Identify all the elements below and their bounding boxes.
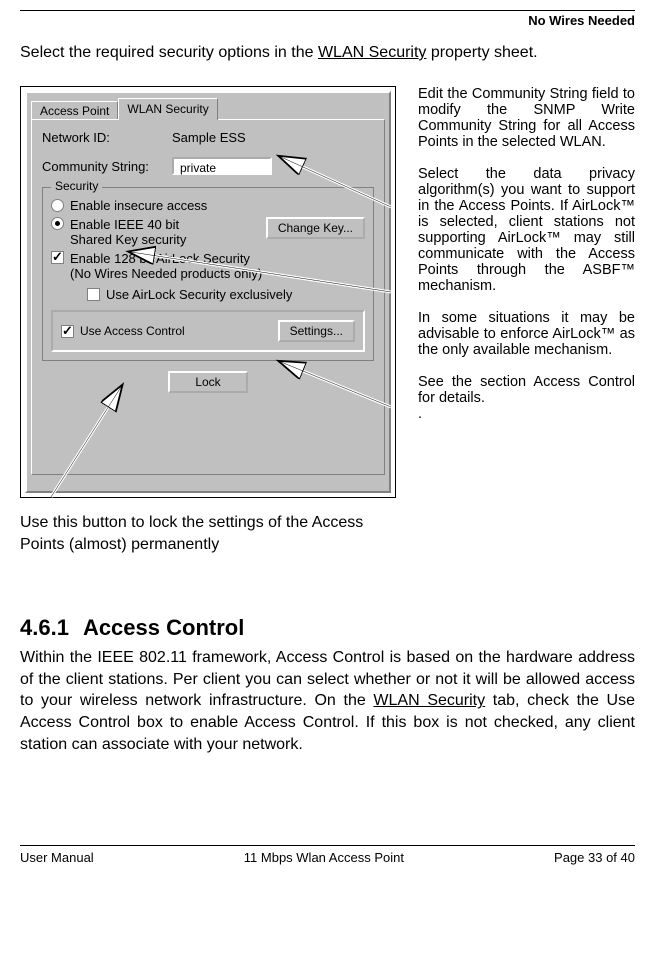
section-heading-access-control: 4.6.1 Access Control — [20, 615, 635, 641]
header-product-name: No Wires Needed — [20, 13, 635, 28]
network-id-label: Network ID: — [42, 130, 172, 145]
settings-button[interactable]: Settings... — [278, 320, 355, 342]
section-number: 4.6.1 — [20, 615, 69, 640]
intro-link-wlan-security: WLAN Security — [318, 44, 426, 61]
side-para-privacy: Select the data privacy algorithm(s) you… — [418, 166, 635, 294]
footer-center: 11 Mbps Wlan Access Point — [244, 850, 404, 865]
radio-ieee-label: Enable IEEE 40 bit Shared Key security — [70, 217, 260, 247]
access-control-box: Use Access Control Settings... — [51, 310, 365, 352]
checkbox-airlock-128[interactable] — [51, 251, 64, 264]
network-id-value: Sample ESS — [172, 130, 246, 145]
change-key-button[interactable]: Change Key... — [266, 217, 365, 239]
community-string-input[interactable]: private — [172, 157, 272, 175]
side-para-dot: . — [418, 406, 635, 422]
checkbox-airlock-exclusive-label: Use AirLock Security exclusively — [106, 287, 292, 302]
community-string-label: Community String: — [42, 159, 172, 174]
dialog-screenshot: Access Point WLAN Security Network ID: S… — [20, 86, 396, 498]
checkbox-airlock-exclusive[interactable] — [87, 288, 100, 301]
footer-right: Page 33 of 40 — [554, 850, 635, 865]
intro-paragraph: Select the required security options in … — [20, 44, 635, 62]
radio-ieee-label-line1: Enable IEEE 40 bit — [70, 217, 179, 232]
checkbox-use-access-control[interactable] — [61, 325, 74, 338]
checkbox-use-access-control-label: Use Access Control — [80, 324, 272, 338]
checkbox-airlock-line2: (No Wires Needed products only) — [70, 266, 262, 281]
lock-button[interactable]: Lock — [168, 371, 248, 393]
ac-para-link: WLAN Security — [373, 692, 485, 709]
tab-access-point[interactable]: Access Point — [31, 101, 118, 121]
lock-caption: Use this button to lock the settings of … — [20, 512, 400, 555]
security-groupbox: Enable insecure access Enable IEEE 40 bi… — [42, 187, 374, 361]
footer-left: User Manual — [20, 850, 94, 865]
radio-ieee-label-line2: Shared Key security — [70, 232, 186, 247]
radio-ieee-40bit[interactable] — [51, 217, 64, 230]
intro-text-before: Select the required security options in … — [20, 44, 318, 61]
section-title: Access Control — [83, 615, 244, 640]
checkbox-airlock-line1: Enable 128 bit AirLock Security — [70, 251, 250, 266]
side-para-seealso: See the section Access Control for detai… — [418, 374, 635, 406]
radio-insecure-label: Enable insecure access — [70, 198, 207, 213]
side-para-community: Edit the Community String field to modif… — [418, 86, 635, 150]
intro-text-after: property sheet. — [426, 44, 537, 61]
checkbox-airlock-label: Enable 128 bit AirLock Security (No Wire… — [70, 251, 365, 281]
side-para-enforce: In some situations it may be advisable t… — [418, 310, 635, 358]
tab-wlan-security[interactable]: WLAN Security — [118, 98, 217, 120]
side-text-column: Edit the Community String field to modif… — [418, 86, 635, 438]
radio-insecure-access[interactable] — [51, 199, 64, 212]
access-control-paragraph: Within the IEEE 802.11 framework, Access… — [20, 647, 635, 755]
